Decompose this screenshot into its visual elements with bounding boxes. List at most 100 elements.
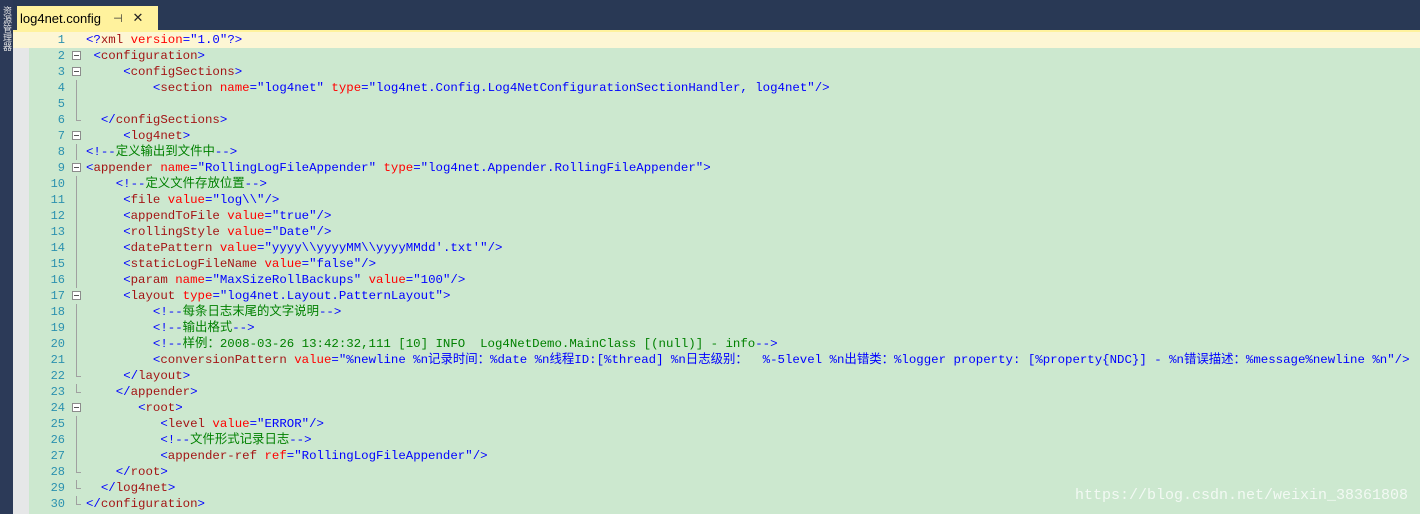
fold-guide xyxy=(76,480,81,489)
fold-guide xyxy=(76,240,77,256)
fold-guide xyxy=(76,464,81,473)
code-token: <!-- xyxy=(115,177,146,191)
code-token: appender xyxy=(130,385,191,399)
code-token: 定义输出到文件中 xyxy=(115,145,215,159)
code-token: version xyxy=(123,33,183,47)
line-number: 24 xyxy=(50,401,65,415)
code-token: "MaxSizeRollBackups" xyxy=(212,273,362,287)
code-line[interactable]: 18 <!--每条日志末尾的文字说明--> xyxy=(13,304,1420,320)
code-line[interactable]: 21 <conversionPattern value="%newline %n… xyxy=(13,352,1420,368)
code-token: rollingStyle xyxy=(130,225,220,239)
code-line[interactable]: 14 <datePattern value="yyyy\\yyyyMM\\yyy… xyxy=(13,240,1420,256)
code-token: conversionPattern xyxy=(160,353,287,367)
line-number: 3 xyxy=(57,65,65,79)
code-line[interactable]: 27 <appender-ref ref="RollingLogFileAppe… xyxy=(13,448,1420,464)
line-number: 1 xyxy=(57,33,65,47)
collapse-icon[interactable] xyxy=(72,291,81,300)
code-token: = xyxy=(264,209,272,223)
code-line[interactable]: 1 <?xml version="1.0"?> xyxy=(13,32,1420,48)
code-line[interactable]: 13 <rollingStyle value="Date"/> xyxy=(13,224,1420,240)
code-token: file xyxy=(130,193,161,207)
fold-guide xyxy=(76,448,77,464)
code-token: < xyxy=(123,241,131,255)
collapse-icon[interactable] xyxy=(72,131,81,140)
side-panel-label[interactable]: 资源管理器 xyxy=(1,6,11,51)
line-number: 2 xyxy=(57,49,65,63)
code-text: </root> xyxy=(86,464,168,480)
code-text: </configuration> xyxy=(86,496,205,512)
code-line[interactable]: 8 <!--定义输出到文件中--> xyxy=(13,144,1420,160)
code-line[interactable]: 9 <appender name="RollingLogFileAppender"… xyxy=(13,160,1420,176)
code-text: <param name="MaxSizeRollBackups" value="… xyxy=(86,272,465,288)
code-line[interactable]: 16 <param name="MaxSizeRollBackups" valu… xyxy=(13,272,1420,288)
code-line[interactable]: 11 <file value="log\\"/> xyxy=(13,192,1420,208)
code-line[interactable]: 25 <level value="ERROR"/> xyxy=(13,416,1420,432)
code-line[interactable]: 6 </configSections> xyxy=(13,112,1420,128)
code-token: < xyxy=(123,193,131,207)
code-text: <configuration> xyxy=(86,48,205,64)
line-number: 26 xyxy=(50,433,65,447)
code-token: "RollingLogFileAppender" xyxy=(294,449,473,463)
code-token: "RollingLogFileAppender" xyxy=(197,161,377,175)
code-token: <!-- xyxy=(152,321,183,335)
pin-icon[interactable]: ⊣ xyxy=(111,12,125,25)
code-token: "log\\" xyxy=(212,193,265,207)
code-token: value xyxy=(286,353,332,367)
collapse-icon[interactable] xyxy=(72,51,81,60)
fold-guide xyxy=(76,176,77,192)
code-line[interactable]: 4 <section name="log4net" type="log4net.… xyxy=(13,80,1420,96)
line-number: 7 xyxy=(57,129,65,143)
code-line[interactable]: 3 <configSections> xyxy=(13,64,1420,80)
code-token: 定义文件存放位置 xyxy=(145,177,245,191)
code-token: 每条日志末尾的文字说明 xyxy=(182,305,319,319)
line-number: 28 xyxy=(50,465,65,479)
code-token: section xyxy=(160,81,213,95)
watermark: https://blog.csdn.net/weixin_38361808 xyxy=(1074,487,1408,504)
code-text: <staticLogFileName value="false"/> xyxy=(86,256,376,272)
collapse-icon[interactable] xyxy=(72,163,81,172)
collapse-icon[interactable] xyxy=(72,403,81,412)
close-icon[interactable]: ✕ xyxy=(131,10,145,26)
code-token: value xyxy=(219,209,265,223)
fold-guide xyxy=(76,368,81,377)
code-line[interactable]: 19 <!--输出格式--> xyxy=(13,320,1420,336)
solution-explorer-strip[interactable]: 资源管理器 xyxy=(0,0,13,514)
code-editor[interactable]: 1 <?xml version="1.0"?> 2 <configuration> 3… xyxy=(13,32,1420,514)
code-text: <conversionPattern value="%newline %n记录时… xyxy=(86,352,1410,368)
code-token: "true" xyxy=(271,209,317,223)
code-token: = xyxy=(190,161,198,175)
code-token: < xyxy=(160,449,168,463)
code-line[interactable]: 7 <log4net> xyxy=(13,128,1420,144)
code-line[interactable]: 17 <layout type="log4net.Layout.PatternL… xyxy=(13,288,1420,304)
collapse-icon[interactable] xyxy=(72,67,81,76)
code-token: type xyxy=(175,289,213,303)
code-line[interactable]: 22 </layout> xyxy=(13,368,1420,384)
code-line[interactable]: 20 <!--样例：2008-03-26 13:42:32,111 [10] I… xyxy=(13,336,1420,352)
code-line[interactable]: 28 </root> xyxy=(13,464,1420,480)
code-line[interactable]: 15 <staticLogFileName value="false"/> xyxy=(13,256,1420,272)
code-line[interactable]: 24 <root> xyxy=(13,400,1420,416)
code-line[interactable]: 2 <configuration> xyxy=(13,48,1420,64)
code-line[interactable]: 26 <!--文件形式记录日志--> xyxy=(13,432,1420,448)
code-token: root xyxy=(130,465,161,479)
code-line[interactable]: 23 </appender> xyxy=(13,384,1420,400)
code-line[interactable]: 5 xyxy=(13,96,1420,112)
code-text: <!--输出格式--> xyxy=(86,320,255,336)
fold-guide xyxy=(76,272,77,288)
code-line[interactable]: 12 <appendToFile value="true"/> xyxy=(13,208,1420,224)
code-token: <!-- xyxy=(160,433,191,447)
code-line[interactable]: 10 <!--定义文件存放位置--> xyxy=(13,176,1420,192)
code-token: < xyxy=(123,225,131,239)
tab-log4net-config[interactable]: log4net.config ⊣ ✕ xyxy=(17,6,158,30)
